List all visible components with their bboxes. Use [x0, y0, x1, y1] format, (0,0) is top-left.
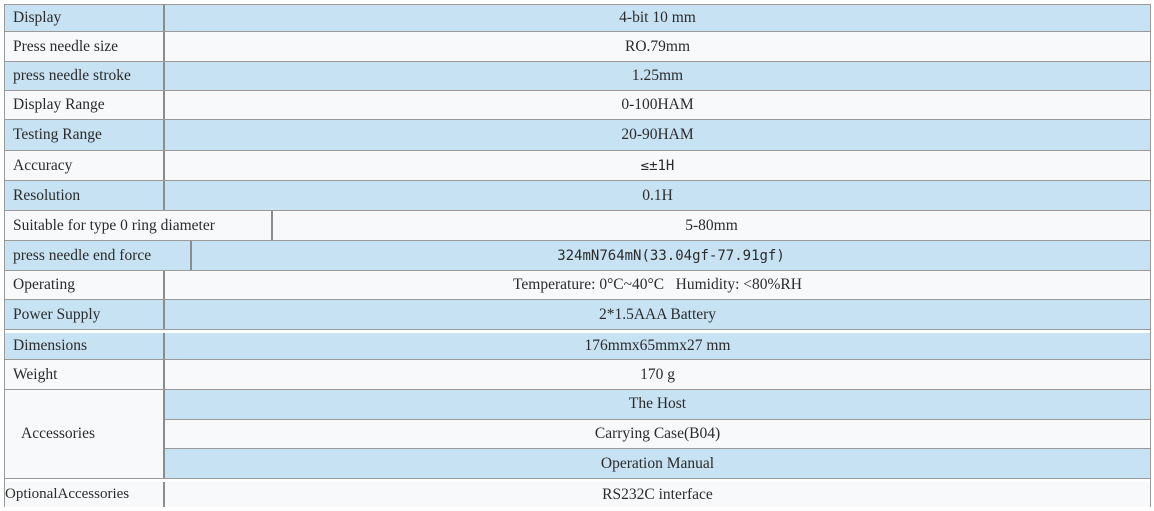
table-row-optional-accessories: OptionalAccessories RS232C interface [5, 482, 1150, 507]
row-label: Accuracy [5, 151, 165, 180]
row-label: Weight [5, 360, 165, 389]
accessories-label: Accessories [5, 390, 165, 478]
row-label: Resolution [5, 181, 165, 210]
spec-table: Display 4-bit 10 mm Press needle size RO… [4, 4, 1151, 507]
row-label: Display Range [5, 91, 165, 119]
row-value: RO.79mm [624, 37, 691, 55]
table-row-accuracy: Accuracy ≤±1H [5, 151, 1150, 181]
row-label: press needle stroke [5, 62, 165, 90]
row-label: Testing Range [5, 120, 165, 150]
table-row-ring-diameter: Suitable for type 0 ring diameter 5-80mm [5, 211, 1150, 241]
row-value: 176mmx65mmx27 mm [584, 337, 731, 354]
row-label: OptionalAccessories [5, 482, 165, 507]
row-value: 1.25mm [631, 67, 684, 84]
row-value: 0-100HAM [621, 96, 694, 113]
row-label: Power Supply [5, 300, 165, 329]
row-value: 4-bit 10 mm [619, 9, 696, 26]
row-value: 324mN764mN(33.04gf-77.91gf) [557, 247, 785, 264]
row-label: Dimensions [5, 333, 165, 359]
accessories-group: Accessories The Host Carrying Case(B04) … [5, 390, 1150, 479]
row-label: Suitable for type 0 ring diameter [5, 211, 273, 240]
row-value: 170 g [640, 365, 675, 383]
table-row-press-needle-size: Press needle size RO.79mm [5, 32, 1150, 62]
table-row-testing-range: Testing Range 20-90HAM [5, 120, 1150, 151]
row-label: Press needle size [5, 32, 165, 61]
page: Display 4-bit 10 mm Press needle size RO… [0, 0, 1154, 511]
row-value: 0.1H [642, 186, 673, 204]
table-row-needle-end-force: press needle end force 324mN764mN(33.04g… [5, 241, 1150, 271]
row-value: 20-90HAM [621, 126, 694, 143]
row-label: press needle end force [5, 241, 192, 270]
table-row-press-needle-stroke: press needle stroke 1.25mm [5, 62, 1150, 91]
row-value: ≤±1H [640, 157, 675, 174]
row-value: 2*1.5AAA Battery [598, 305, 717, 323]
list-item: The Host [165, 390, 1150, 420]
table-row-resolution: Resolution 0.1H [5, 181, 1150, 211]
row-value: RS232C interface [602, 485, 713, 503]
table-row-power-supply: Power Supply 2*1.5AAA Battery [5, 300, 1150, 330]
row-value: 5-80mm [685, 216, 738, 234]
table-row-display-range: Display Range 0-100HAM [5, 91, 1150, 120]
table-row-weight: Weight 170 g [5, 360, 1150, 390]
row-label: Display [5, 5, 165, 31]
table-row-dimensions: Dimensions 176mmx65mmx27 mm [5, 333, 1150, 360]
row-value: Temperature: 0°C~40°C Humidity: <80%RH [513, 276, 802, 293]
row-label: Operating [5, 271, 165, 299]
list-item: Operation Manual [165, 449, 1150, 479]
table-row-display: Display 4-bit 10 mm [5, 5, 1150, 32]
list-item: Carrying Case(B04) [165, 419, 1150, 450]
accessories-list: The Host Carrying Case(B04) Operation Ma… [165, 390, 1150, 479]
table-row-operating: Operating Temperature: 0°C~40°C Humidity… [5, 271, 1150, 300]
